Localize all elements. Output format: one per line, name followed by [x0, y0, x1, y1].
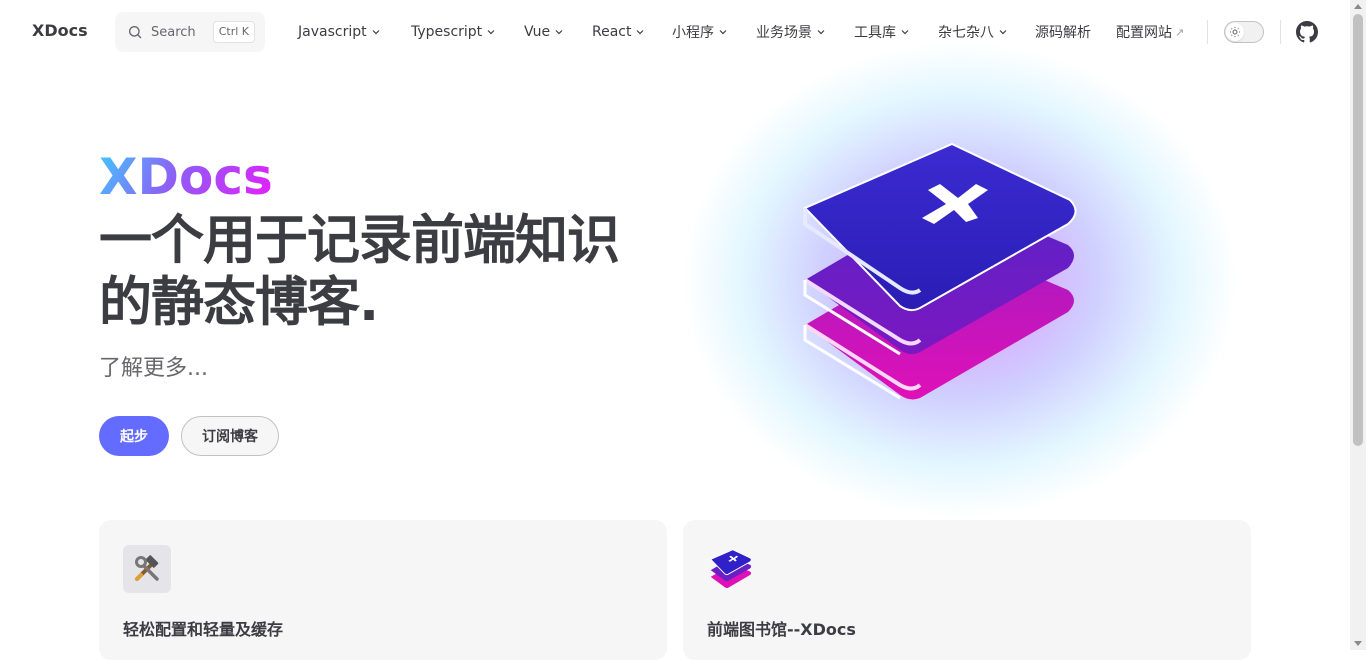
nav-item-javascript[interactable]: Javascript: [298, 0, 381, 64]
scroll-down-arrow[interactable]: [1354, 641, 1362, 646]
nav-divider: [1207, 20, 1208, 44]
nav-divider: [1280, 20, 1281, 44]
hero-tagline: 了解更多...: [99, 356, 208, 381]
nav-item-typescript[interactable]: Typescript: [411, 0, 496, 64]
top-navbar: XDocs Search Ctrl K Javascript Typescrip…: [0, 0, 1350, 64]
nav-item-react[interactable]: React: [592, 0, 645, 64]
nav-item-vue[interactable]: Vue: [524, 0, 564, 64]
nav-item-label: React: [592, 24, 632, 40]
chevron-down-icon: [817, 30, 825, 35]
hammer-wrench-icon: [135, 555, 159, 581]
nav-item-label: 业务场景: [756, 25, 812, 41]
nav-item-label: 配置网站: [1116, 25, 1172, 41]
chevron-down-icon: [719, 30, 727, 35]
nav-item-label: 工具库: [854, 25, 896, 41]
chevron-down-icon: [487, 30, 495, 35]
nav-item-label: Vue: [524, 24, 551, 40]
nav-item-label: Javascript: [298, 24, 367, 40]
nav-item-miniprogram[interactable]: 小程序: [672, 0, 728, 64]
get-started-button[interactable]: 起步: [99, 416, 169, 456]
subscribe-blog-button[interactable]: 订阅博客: [181, 416, 279, 456]
search-icon: [129, 26, 142, 39]
nav-item-config-site[interactable]: 配置网站 ↗: [1116, 0, 1184, 64]
nav-item-label: 杂七杂八: [938, 25, 994, 41]
appearance-toggle[interactable]: [1224, 21, 1264, 43]
chevron-down-icon: [999, 30, 1007, 35]
search-placeholder: Search: [151, 24, 196, 40]
scroll-up-arrow[interactable]: [1354, 4, 1362, 9]
book-stack-icon: [710, 549, 752, 589]
feature-icon-box: [707, 545, 755, 593]
nav-item-business[interactable]: 业务场景: [756, 0, 826, 64]
github-icon[interactable]: [1296, 21, 1318, 43]
hero-text: 一个用于记录前端知识 的静态博客.: [99, 210, 699, 334]
chevron-down-icon: [372, 30, 380, 35]
search-button[interactable]: Search Ctrl K: [115, 12, 265, 52]
feature-card: 轻松配置和轻量及缓存: [99, 520, 667, 660]
feature-card: 前端图书馆--XDocs: [683, 520, 1251, 660]
book-stack-logo-icon: [803, 142, 1077, 400]
feature-icon-box: [123, 545, 171, 593]
hero-name: XDocs: [99, 148, 273, 206]
hero-text-line1: 一个用于记录前端知识: [99, 210, 620, 271]
site-logo[interactable]: XDocs: [32, 21, 88, 40]
feature-title: 轻松配置和轻量及缓存: [123, 620, 284, 639]
nav-item-label: 源码解析: [1035, 25, 1091, 41]
nav-item-label: 小程序: [672, 25, 714, 41]
search-shortcut: Ctrl K: [212, 21, 255, 43]
sun-icon: [1230, 27, 1240, 37]
hero-text-line2: 的静态博客.: [99, 272, 379, 333]
page-scrollbar[interactable]: [1350, 0, 1366, 650]
chevron-down-icon: [901, 30, 909, 35]
toggle-knob: [1226, 23, 1244, 41]
external-link-icon: ↗: [1175, 25, 1185, 39]
scrollbar-thumb[interactable]: [1353, 14, 1363, 446]
feature-title: 前端图书馆--XDocs: [707, 620, 856, 639]
chevron-down-icon: [555, 30, 563, 35]
chevron-down-icon: [637, 30, 644, 35]
nav-item-label: Typescript: [411, 24, 483, 40]
